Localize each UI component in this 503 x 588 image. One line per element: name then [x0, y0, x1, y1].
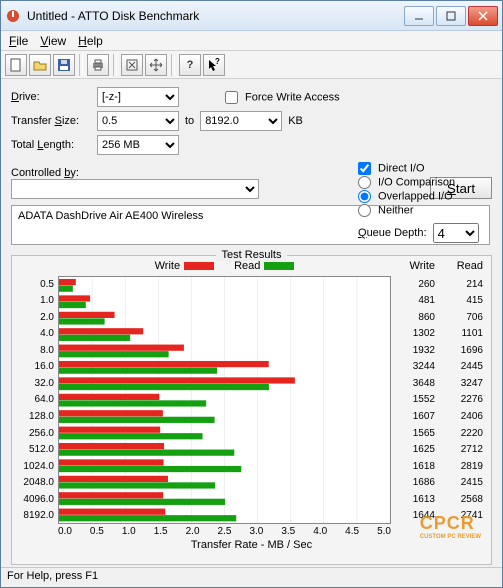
run-icon: [125, 58, 139, 72]
queue-depth-label: Queue Depth:: [358, 227, 427, 239]
transfer-to-select[interactable]: 8192.0: [200, 111, 282, 131]
test-results-group: Test Results Write Read Write Read 0.51.…: [11, 255, 492, 565]
write-values-column: 2604818601302193232443648155216071565162…: [391, 276, 439, 524]
controlled-by-select[interactable]: [11, 179, 259, 199]
transfer-from-select[interactable]: 0.5: [97, 111, 179, 131]
read-values-column: 2144157061101169624453247227624062220271…: [439, 276, 487, 524]
drive-select[interactable]: [-z-]: [97, 87, 179, 107]
x-axis-label: Transfer Rate - MB / Sec: [16, 539, 487, 551]
transfer-unit-label: KB: [288, 115, 303, 127]
results-title: Test Results: [216, 249, 288, 261]
col-header-read: Read: [439, 260, 487, 274]
menu-file[interactable]: File: [9, 34, 28, 48]
printer-icon: [91, 58, 105, 72]
x-axis-ticks: 0.00.51.01.52.02.53.03.54.04.55.0: [58, 526, 391, 537]
write-swatch-icon: [184, 262, 214, 270]
to-label: to: [185, 115, 194, 127]
menu-view[interactable]: View: [40, 34, 66, 48]
close-button[interactable]: [468, 6, 498, 26]
direct-io-checkbox[interactable]: Direct I/O: [358, 162, 488, 175]
open-button[interactable]: [29, 54, 51, 76]
force-write-checkbox[interactable]: Force Write Access: [225, 91, 340, 104]
watermark: CPCR CUSTOM PC REVIEW: [420, 513, 481, 540]
queue-depth-select[interactable]: 4: [433, 223, 479, 243]
overlapped-io-radio[interactable]: Overlapped I/O: [358, 190, 488, 203]
save-button[interactable]: [53, 54, 75, 76]
menu-help[interactable]: Help: [78, 34, 103, 48]
question-icon: ?: [187, 59, 194, 71]
new-button[interactable]: [5, 54, 27, 76]
run-button[interactable]: [121, 54, 143, 76]
legend-write: Write: [155, 260, 214, 272]
toolbar-separator: [171, 54, 175, 76]
io-options: Direct I/O I/O Comparison Overlapped I/O…: [358, 161, 488, 243]
toolbar-separator: [79, 54, 83, 76]
legend-read: Read: [234, 260, 294, 272]
minimize-button[interactable]: [404, 6, 434, 26]
menubar: File View Help: [1, 31, 502, 51]
total-length-select[interactable]: 256 MB: [97, 135, 179, 155]
window-title: Untitled - ATTO Disk Benchmark: [27, 9, 404, 23]
svg-text:?: ?: [215, 58, 220, 66]
help-button[interactable]: ?: [179, 54, 201, 76]
pointer-help-icon: ?: [207, 58, 221, 72]
io-comparison-radio[interactable]: I/O Comparison: [358, 176, 488, 189]
settings-form: Drive: [-z-] Force Write Access Transfer…: [1, 79, 502, 249]
status-bar: For Help, press F1: [1, 567, 502, 587]
maximize-button[interactable]: [436, 6, 466, 26]
toolbar-separator: [113, 54, 117, 76]
read-swatch-icon: [264, 262, 294, 270]
toolbar: ? ?: [1, 51, 502, 79]
move-icon: [149, 58, 163, 72]
floppy-icon: [57, 58, 71, 72]
total-length-label: Total Length:: [11, 139, 91, 151]
context-help-button[interactable]: ?: [203, 54, 225, 76]
controlled-by-label: Controlled by:: [11, 167, 259, 179]
y-axis-labels: 0.51.02.04.08.016.032.064.0128.0256.0512…: [16, 276, 58, 524]
target-button[interactable]: [145, 54, 167, 76]
print-button[interactable]: [87, 54, 109, 76]
neither-radio[interactable]: Neither: [358, 204, 488, 217]
transfer-size-label: Transfer Size:: [11, 115, 91, 127]
col-header-write: Write: [391, 260, 439, 274]
drive-label: Drive:: [11, 91, 91, 103]
file-icon: [9, 58, 23, 72]
titlebar[interactable]: Untitled - ATTO Disk Benchmark: [1, 1, 502, 31]
folder-open-icon: [33, 58, 47, 72]
app-window: Untitled - ATTO Disk Benchmark File View…: [0, 0, 503, 588]
bar-chart: [58, 276, 391, 524]
app-icon: [5, 8, 21, 24]
